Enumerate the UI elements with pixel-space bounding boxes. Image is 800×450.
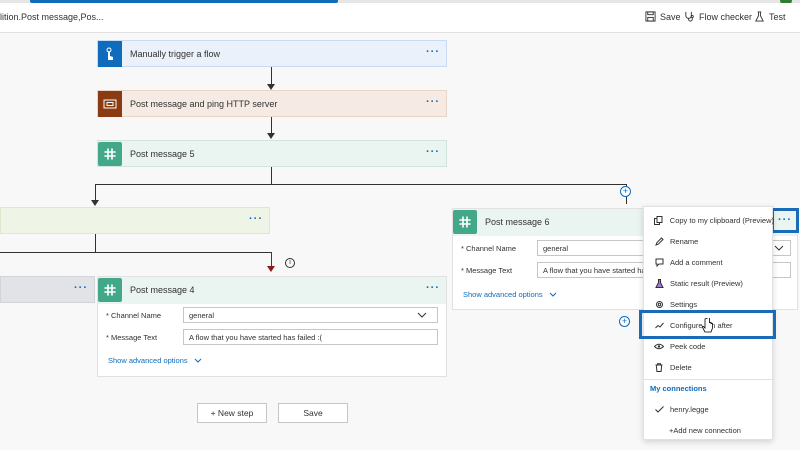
message-text-label: * Message Text [461, 266, 513, 275]
show-advanced-options-link[interactable]: Show advanced options [463, 290, 557, 299]
step-title: Post message and ping HTTP server [130, 99, 278, 109]
my-connections-heading: My connections [650, 384, 707, 393]
menu-item-copy-to-clipboard[interactable]: Copy to my clipboard (Preview) [644, 211, 774, 229]
channel-name-label: * Channel Name [106, 311, 162, 320]
run-after-connector [271, 252, 272, 266]
slack-icon-tile [453, 209, 477, 235]
new-step-button[interactable]: + New step [197, 403, 267, 423]
menu-item-label: Settings [670, 299, 698, 309]
more-options-icon[interactable]: ··· [426, 283, 440, 294]
show-advanced-options-label: Show advanced options [108, 356, 188, 365]
step-card-trigger[interactable]: Manually trigger a flow ··· [97, 40, 447, 67]
menu-item-label: Rename [670, 236, 699, 246]
slack-icon [98, 278, 122, 302]
test-label: Test [769, 11, 786, 22]
step-title: Post message 5 [130, 149, 195, 159]
menu-divider [644, 379, 774, 380]
more-options-icon[interactable]: ··· [74, 283, 88, 294]
menu-item-peek-code[interactable]: Peek code [644, 337, 774, 355]
branch-line [95, 184, 626, 185]
http-icon [103, 99, 117, 109]
more-options-icon[interactable]: ··· [426, 147, 440, 158]
step-title: Post message 6 [485, 217, 550, 227]
trash-icon [653, 362, 665, 372]
flask-icon [755, 11, 764, 22]
step-card-post-message-5[interactable]: Post message 5 ··· [97, 140, 447, 167]
connector-line [271, 166, 272, 184]
menu-item-delete[interactable]: Delete [644, 358, 774, 376]
insert-step-icon[interactable]: + [619, 316, 630, 327]
checkmark-icon [653, 405, 665, 413]
channel-name-label: * Channel Name [461, 244, 517, 253]
menu-item-label: Static result (Preview) [670, 278, 743, 288]
pencil-icon [653, 236, 665, 246]
slack-icon [453, 210, 477, 234]
insert-step-icon[interactable]: + [620, 186, 631, 197]
arrow-down-icon [267, 266, 275, 272]
branch-line [0, 252, 272, 253]
chevron-down-icon [549, 292, 557, 297]
save-button[interactable]: Save [278, 403, 348, 423]
arrow-down-icon [267, 133, 275, 139]
show-advanced-options-label: Show advanced options [463, 290, 543, 299]
menu-item-static-result[interactable]: Static result (Preview) [644, 274, 774, 292]
more-options-icon[interactable]: ··· [426, 47, 440, 58]
step-card-post-message-4[interactable]: Post message 4 ··· * Channel Name genera… [97, 276, 447, 377]
arrow-down-icon [91, 200, 99, 206]
flow-checker-command[interactable]: Flow checker [684, 11, 752, 22]
test-command[interactable]: Test [754, 11, 786, 22]
chevron-down-icon [417, 312, 427, 318]
flask-icon [653, 278, 665, 288]
step-card-partial[interactable]: ··· [0, 276, 95, 303]
info-icon[interactable]: i [285, 258, 295, 268]
message-text-field[interactable]: A flow that you have started has failed … [183, 329, 438, 345]
connector-line [95, 234, 96, 252]
channel-name-field[interactable]: general [183, 307, 438, 323]
menu-item-rename[interactable]: Rename [644, 232, 774, 250]
add-new-connection-link[interactable]: +Add new connection [644, 421, 774, 439]
designer-header: lition.Post message,Pos... Save Flow che… [0, 3, 800, 33]
step-card-branch[interactable]: ··· [0, 207, 270, 234]
gear-icon [653, 300, 665, 309]
comment-icon [653, 258, 665, 267]
message-text-label: * Message Text [106, 333, 158, 342]
message-text-value: A flow that you have started has failed … [189, 333, 322, 342]
eye-icon [653, 343, 665, 350]
stethoscope-icon [685, 11, 694, 22]
channel-name-value: general [189, 311, 215, 320]
step-card-http[interactable]: Post message and ping HTTP server ··· [97, 90, 447, 117]
menu-item-label: Delete [670, 362, 692, 372]
mouse-cursor-icon [702, 318, 713, 333]
chevron-down-icon [194, 358, 202, 363]
menu-item-label: Copy to my clipboard (Preview) [669, 215, 774, 225]
slack-icon-tile [98, 141, 122, 167]
step-title: Manually trigger a flow [130, 49, 221, 59]
chevron-down-icon [774, 245, 784, 251]
menu-item-label: Peek code [670, 341, 706, 351]
save-icon [645, 11, 656, 22]
channel-name-value: general [543, 244, 569, 253]
save-command[interactable]: Save [645, 11, 681, 22]
flow-title[interactable]: lition.Post message,Pos... [0, 12, 104, 22]
more-options-icon[interactable]: ··· [426, 97, 440, 108]
show-advanced-options-link[interactable]: Show advanced options [108, 356, 202, 365]
step-title: Post message 4 [130, 285, 195, 295]
connection-name: henry.legge [670, 404, 709, 414]
save-command-label: Save [660, 11, 681, 22]
connection-item[interactable]: henry.legge [644, 400, 774, 418]
more-options-icon[interactable]: ··· [249, 214, 263, 225]
more-options-icon[interactable]: ··· [778, 215, 792, 226]
trigger-icon-tile [98, 41, 122, 67]
touch-icon [106, 47, 113, 60]
message-text-value: A flow that you have started has [543, 266, 650, 275]
http-icon-tile [98, 91, 122, 117]
copy-icon [653, 215, 665, 225]
slack-icon-tile [98, 277, 122, 303]
menu-item-add-comment[interactable]: Add a comment [644, 253, 774, 271]
menu-item-label: Add a comment [670, 257, 723, 267]
flow-checker-label: Flow checker [699, 11, 753, 22]
slack-icon [98, 142, 122, 166]
